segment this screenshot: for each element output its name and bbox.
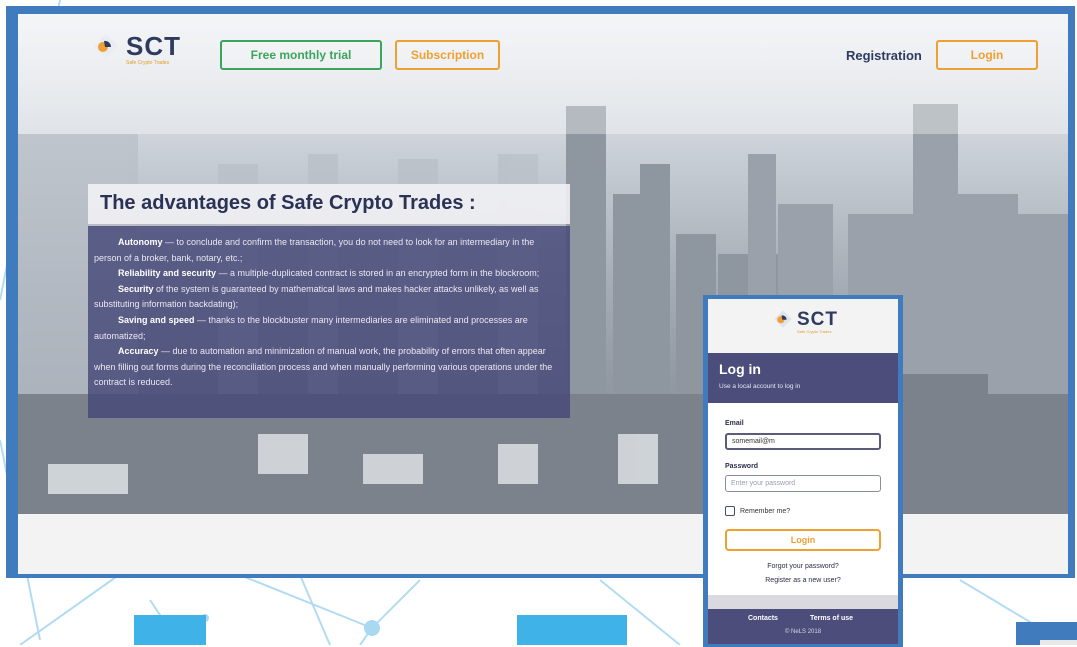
advantage-item: Saving and speed — thanks to the blockbu… xyxy=(94,313,564,344)
free-trial-button[interactable]: Free monthly trial xyxy=(220,40,382,70)
login-card-logo[interactable]: SCT Safe Crypto Trades xyxy=(773,308,838,334)
advantage-item: Autonomy — to conclude and confirm the t… xyxy=(94,235,564,266)
login-card: SCT Safe Crypto Trades Log in Use a loca… xyxy=(703,295,903,647)
login-card-body: SCT Safe Crypto Trades Log in Use a loca… xyxy=(708,299,898,644)
advantage-item: Security of the system is guaranteed by … xyxy=(94,282,564,313)
login-card-header: Log in Use a local account to log in xyxy=(708,353,898,403)
browser-frame: SCT Safe Crypto Trades Free monthly tria… xyxy=(6,6,1075,578)
decorative-block xyxy=(517,615,627,645)
login-subtitle: Use a local account to log in xyxy=(719,383,801,390)
email-label: Email xyxy=(725,420,744,427)
advantages-list: Autonomy — to conclude and confirm the t… xyxy=(88,226,570,418)
logo-tagline: Safe Crypto Trades xyxy=(797,329,832,334)
register-link[interactable]: Register as a new user? xyxy=(708,577,898,584)
remember-me-label: Remember me? xyxy=(740,507,791,515)
logo-text: SCT xyxy=(797,308,838,330)
login-title: Log in xyxy=(719,361,761,377)
footer-divider-strip xyxy=(708,595,898,609)
page-viewport: SCT Safe Crypto Trades Free monthly tria… xyxy=(18,14,1068,574)
checkbox-icon[interactable] xyxy=(725,506,735,516)
advantage-item: Accuracy — due to automation and minimiz… xyxy=(94,344,564,391)
advantages-title: The advantages of Safe Crypto Trades : xyxy=(100,192,476,214)
login-card-footer: Contacts Terms of use © NeLS 2018 xyxy=(708,595,898,644)
advantage-term: Saving and speed xyxy=(118,314,195,325)
login-submit-button[interactable]: Login xyxy=(725,529,881,551)
hero-section: SCT Safe Crypto Trades Free monthly tria… xyxy=(18,14,1068,514)
advantage-term: Accuracy xyxy=(118,346,159,357)
subscription-button[interactable]: Subscription xyxy=(395,40,500,70)
advantage-term: Reliability and security xyxy=(118,268,217,279)
terms-link[interactable]: Terms of use xyxy=(810,615,853,622)
email-field[interactable]: somemail@m xyxy=(725,433,881,450)
sct-logo-icon xyxy=(773,309,793,329)
advantage-text: — due to automation and minimization of … xyxy=(94,346,553,388)
registration-link[interactable]: Registration xyxy=(846,48,922,63)
sct-logo-icon xyxy=(92,32,120,60)
forgot-password-link[interactable]: Forgot your password? xyxy=(708,563,898,570)
login-card-logo-area: SCT Safe Crypto Trades xyxy=(708,299,898,353)
header-login-button[interactable]: Login xyxy=(936,40,1038,70)
contacts-link[interactable]: Contacts xyxy=(748,615,778,622)
advantage-term: Security xyxy=(118,283,154,294)
advantage-item: Reliability and security — a multiple-du… xyxy=(94,266,564,282)
remember-me[interactable]: Remember me? xyxy=(725,506,790,516)
page-lower-area xyxy=(18,514,1068,574)
copyright: © NeLS 2018 xyxy=(784,629,822,635)
logo-text: SCT xyxy=(126,31,181,61)
site-logo[interactable]: SCT Safe Crypto Trades xyxy=(92,31,181,66)
advantage-text: of the system is guaranteed by mathemati… xyxy=(94,283,539,310)
decorative-block xyxy=(1040,640,1077,645)
decorative-block xyxy=(134,615,206,645)
advantage-term: Autonomy xyxy=(118,237,163,247)
advantage-text: — a multiple-duplicated contract is stor… xyxy=(216,268,540,279)
password-field[interactable]: Enter your password xyxy=(725,475,881,492)
logo-tagline: Safe Crypto Trades xyxy=(126,60,170,66)
advantages-title-bar: The advantages of Safe Crypto Trades : xyxy=(88,184,570,224)
password-label: Password xyxy=(725,463,759,470)
